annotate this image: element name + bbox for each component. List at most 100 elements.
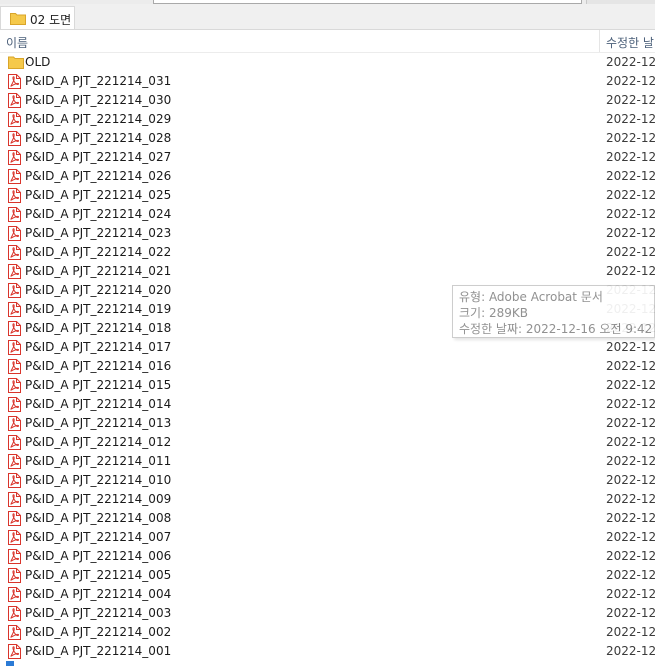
file-date: 2022-12 <box>606 93 655 107</box>
file-date: 2022-12 <box>606 264 655 278</box>
pdf-file-icon <box>8 283 21 301</box>
file-name: P&ID_A PJT_221214_023 <box>25 226 172 240</box>
partial-row-icon <box>6 661 14 666</box>
file-date: 2022-12 <box>606 416 655 430</box>
pdf-file-icon <box>8 530 21 548</box>
pdf-file-icon <box>8 93 21 111</box>
file-name: P&ID_A PJT_221214_019 <box>25 302 172 316</box>
file-date: 2022-12 <box>606 625 655 639</box>
file-date: 2022-12 <box>606 606 655 620</box>
file-name: P&ID_A PJT_221214_016 <box>25 359 172 373</box>
file-date: 2022-12 <box>606 359 655 373</box>
pdf-file-icon <box>8 112 21 130</box>
folder-icon <box>10 12 26 28</box>
list-item[interactable]: P&ID_A PJT_221214_024 2022-12 <box>0 205 655 224</box>
pdf-file-icon <box>8 435 21 453</box>
file-name: P&ID_A PJT_221214_031 <box>25 74 172 88</box>
pdf-file-icon <box>8 188 21 206</box>
list-item[interactable]: P&ID_A PJT_221214_031 2022-12 <box>0 72 655 91</box>
file-name: P&ID_A PJT_221214_007 <box>25 530 172 544</box>
list-item[interactable]: P&ID_A PJT_221214_004 2022-12 <box>0 585 655 604</box>
file-name: P&ID_A PJT_221214_002 <box>25 625 172 639</box>
list-item[interactable]: P&ID_A PJT_221214_015 2022-12 <box>0 376 655 395</box>
column-name-header[interactable]: 이름 <box>6 34 28 51</box>
file-date: 2022-12 <box>606 435 655 449</box>
file-name: P&ID_A PJT_221214_009 <box>25 492 172 506</box>
file-date: 2022-12 <box>606 226 655 240</box>
file-name: P&ID_A PJT_221214_008 <box>25 511 172 525</box>
file-date: 2022-12 <box>606 55 655 69</box>
list-item[interactable]: P&ID_A PJT_221214_013 2022-12 <box>0 414 655 433</box>
list-item[interactable]: P&ID_A PJT_221214_003 2022-12 <box>0 604 655 623</box>
file-name: P&ID_A PJT_221214_003 <box>25 606 172 620</box>
list-item[interactable]: P&ID_A PJT_221214_001 2022-12 <box>0 642 655 661</box>
file-date: 2022-12 <box>606 245 655 259</box>
folder-icon <box>8 55 24 72</box>
list-item-folder[interactable]: OLD 2022-12 <box>0 53 655 72</box>
file-date: 2022-12 <box>606 568 655 582</box>
pdf-file-icon <box>8 568 21 586</box>
tab-02-drawings[interactable]: 02 도면 <box>0 6 75 29</box>
list-item[interactable]: P&ID_A PJT_221214_012 2022-12 <box>0 433 655 452</box>
pdf-file-icon <box>8 245 21 263</box>
pdf-file-icon <box>8 416 21 434</box>
list-item[interactable]: P&ID_A PJT_221214_008 2022-12 <box>0 509 655 528</box>
list-item[interactable]: P&ID_A PJT_221214_023 2022-12 <box>0 224 655 243</box>
file-name: P&ID_A PJT_221214_025 <box>25 188 172 202</box>
tab-bar: 02 도면 <box>0 4 655 30</box>
list-item[interactable]: P&ID_A PJT_221214_009 2022-12 <box>0 490 655 509</box>
column-header: 이름 수정한 날 <box>0 30 655 53</box>
file-list: OLD 2022-12 P&ID_A PJT_221214_031 2022-12 P&… <box>0 53 655 661</box>
list-item[interactable]: P&ID_A PJT_221214_029 2022-12 <box>0 110 655 129</box>
file-date: 2022-12 <box>606 587 655 601</box>
pdf-file-icon <box>8 302 21 320</box>
list-item[interactable]: P&ID_A PJT_221214_030 2022-12 <box>0 91 655 110</box>
file-name: P&ID_A PJT_221214_022 <box>25 245 172 259</box>
tooltip-type: 유형: Adobe Acrobat 문서 <box>459 290 603 304</box>
file-name: P&ID_A PJT_221214_018 <box>25 321 172 335</box>
file-name: P&ID_A PJT_221214_020 <box>25 283 172 297</box>
list-item[interactable]: P&ID_A PJT_221214_005 2022-12 <box>0 566 655 585</box>
list-item[interactable]: P&ID_A PJT_221214_016 2022-12 <box>0 357 655 376</box>
file-date: 2022-12 <box>606 492 655 506</box>
pdf-file-icon <box>8 549 21 567</box>
list-item[interactable]: P&ID_A PJT_221214_006 2022-12 <box>0 547 655 566</box>
file-date: 2022-12 <box>606 473 655 487</box>
list-item[interactable]: P&ID_A PJT_221214_025 2022-12 <box>0 186 655 205</box>
list-item[interactable]: P&ID_A PJT_221214_028 2022-12 <box>0 129 655 148</box>
pdf-file-icon <box>8 454 21 472</box>
list-item[interactable]: P&ID_A PJT_221214_017 2022-12 <box>0 338 655 357</box>
list-item[interactable]: P&ID_A PJT_221214_002 2022-12 <box>0 623 655 642</box>
tab-label: 02 도면 <box>30 13 72 27</box>
file-date: 2022-12 <box>606 188 655 202</box>
list-item[interactable]: P&ID_A PJT_221214_027 2022-12 <box>0 148 655 167</box>
list-item[interactable]: P&ID_A PJT_221214_011 2022-12 <box>0 452 655 471</box>
pdf-file-icon <box>8 511 21 529</box>
column-divider[interactable] <box>599 30 600 52</box>
pdf-file-icon <box>8 378 21 396</box>
pdf-file-icon <box>8 150 21 168</box>
pdf-file-icon <box>8 169 21 187</box>
pdf-file-icon <box>8 492 21 510</box>
list-item[interactable]: P&ID_A PJT_221214_007 2022-12 <box>0 528 655 547</box>
pdf-file-icon <box>8 264 21 282</box>
file-name: P&ID_A PJT_221214_010 <box>25 473 172 487</box>
file-name: P&ID_A PJT_221214_028 <box>25 131 172 145</box>
pdf-file-icon <box>8 131 21 149</box>
list-item[interactable]: P&ID_A PJT_221214_010 2022-12 <box>0 471 655 490</box>
list-item[interactable]: P&ID_A PJT_221214_014 2022-12 <box>0 395 655 414</box>
column-date-header[interactable]: 수정한 날 <box>606 34 654 51</box>
file-name: P&ID_A PJT_221214_027 <box>25 150 172 164</box>
pdf-file-icon <box>8 625 21 643</box>
file-name: P&ID_A PJT_221214_017 <box>25 340 172 354</box>
pdf-file-icon <box>8 207 21 225</box>
pdf-file-icon <box>8 644 21 662</box>
list-item[interactable]: P&ID_A PJT_221214_022 2022-12 <box>0 243 655 262</box>
file-name: P&ID_A PJT_221214_024 <box>25 207 172 221</box>
file-date: 2022-12 <box>606 131 655 145</box>
list-item[interactable]: P&ID_A PJT_221214_021 2022-12 <box>0 262 655 281</box>
list-item[interactable]: P&ID_A PJT_221214_026 2022-12 <box>0 167 655 186</box>
pdf-file-icon <box>8 74 21 92</box>
file-name: P&ID_A PJT_221214_029 <box>25 112 172 126</box>
pdf-file-icon <box>8 226 21 244</box>
